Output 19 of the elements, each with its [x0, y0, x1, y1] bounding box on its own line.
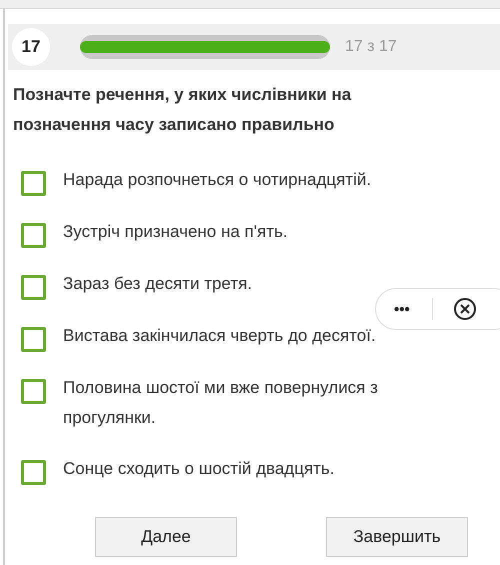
option-label[interactable]: Нарада розпочнеться о чотирнадцятій. [63, 165, 372, 195]
more-button[interactable]: ••• [394, 300, 410, 318]
option-label[interactable]: Зараз без десяти третя. [63, 269, 252, 299]
checkbox[interactable] [21, 223, 46, 248]
question-text: Позначте речення, у яких числівники на позначення часу записано правильно [13, 84, 352, 136]
checkbox[interactable] [21, 275, 46, 300]
checkbox[interactable] [21, 171, 46, 196]
question-number: 17 [12, 28, 50, 66]
checkbox[interactable] [21, 460, 46, 485]
checkbox[interactable] [21, 379, 46, 404]
option-label[interactable]: Зустріч призначено на п'ять. [63, 217, 288, 247]
option-label[interactable]: Половина шостої ми вже повернулися з прогулянки. [63, 373, 463, 433]
close-icon[interactable] [452, 297, 477, 321]
option-label[interactable]: Вистава закінчилася чверть до десятої. [63, 321, 376, 351]
question-counter: 17 з 17 [345, 38, 397, 56]
option-label[interactable]: Сонце сходить о шостій двадцять. [63, 454, 335, 484]
nav-button[interactable]: Далее [95, 517, 237, 557]
nav-button[interactable]: Завершить [326, 517, 468, 557]
checkbox[interactable] [21, 327, 46, 352]
